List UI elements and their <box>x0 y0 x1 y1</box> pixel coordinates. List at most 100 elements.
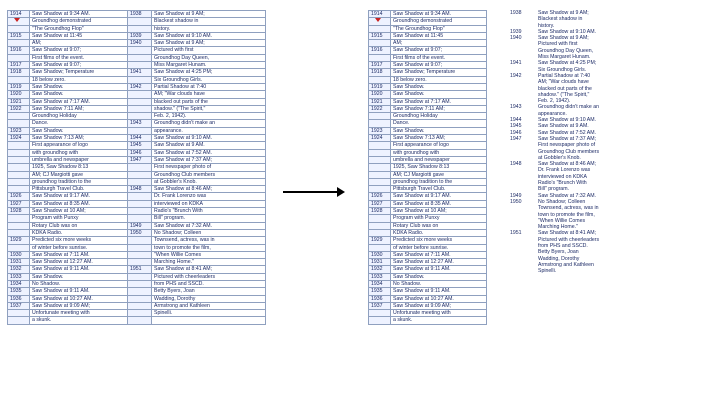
year-cell: 1917 <box>7 61 30 70</box>
table-row: 1925, Saw Shadow 8:13 First newspaper pho… <box>7 163 266 172</box>
year-cell: 1936 <box>7 294 30 303</box>
left-table-panel: 1914 Saw Shadow at 9:34 AM. 1938 Saw Shadow… <box>7 9 266 398</box>
year-cell: 1927 <box>7 199 30 209</box>
event-cell: Saw Shadow at 7:11 AM. <box>29 250 128 260</box>
table-row: 1915 Saw Shadow at 11:45 1939 Saw Shadow at… <box>7 31 266 41</box>
right-arrow-icon <box>283 187 345 197</box>
event-cell: KDKA Radio. <box>29 228 128 238</box>
event-cell: Feb. 2, 1942). <box>151 112 266 121</box>
year-cell: 1933 <box>368 272 391 282</box>
table-row: 1929 Predicted six more weeks <box>368 236 487 245</box>
table-row: a skunk. <box>7 316 266 325</box>
year-cell: 1947 <box>127 155 152 165</box>
event-cell: Saw Shadow at 8:35 AM. <box>390 199 487 209</box>
year-cell: 1916 <box>368 46 391 55</box>
table-row: 1933 Saw Shadow. <box>368 272 487 282</box>
year-cell: 1924 <box>7 134 30 143</box>
year-cell: 1938 <box>127 9 152 19</box>
year-cell <box>368 163 391 172</box>
event-cell: Saw Shadow at 9:17 AM. <box>29 192 128 201</box>
event-cell: Saw Shadow; Temperature <box>390 68 487 77</box>
year-cell <box>7 24 30 33</box>
year-cell <box>127 97 152 106</box>
table-row: a skunk. <box>368 316 487 325</box>
year-cell <box>127 258 152 267</box>
event-text: Spinelli. <box>538 268 557 275</box>
event-cell: Saw Shadow. <box>390 82 487 92</box>
event-cell: Saw Shadow at 11:45 <box>29 31 128 41</box>
event-cell: KDKA Radio. <box>390 228 487 238</box>
year-cell: 1944 <box>127 134 152 143</box>
event-cell: Saw Shadow 7:11 AM; <box>390 104 487 114</box>
table-row: 1920 Saw Shadow. AM; "War clouds have <box>7 90 266 99</box>
year-cell: 1923 <box>7 126 30 136</box>
year-cell: 1926 <box>7 192 30 201</box>
table-row: 1935 Saw Shadow at 9:11 AM. Betty Byers, J… <box>7 287 266 296</box>
event-cell: Saw Shadow; Temperature <box>29 68 128 77</box>
event-cell: Program with Punxy <box>390 214 487 223</box>
table-row: 1918 Saw Shadow; Temperature <box>368 68 487 77</box>
event-cell: Saw Shadow. <box>390 90 487 99</box>
event-cell: AM; <box>390 39 487 48</box>
event-cell: Saw Shadow at 12:27 AM. <box>390 258 487 267</box>
year-cell: 1948 <box>127 185 152 194</box>
year-cell <box>127 272 152 282</box>
event-cell: a skunk. <box>29 316 128 325</box>
year-cell <box>127 301 152 311</box>
year-cell: 1919 <box>7 82 30 92</box>
year-cell <box>7 148 30 157</box>
year-cell <box>7 243 30 252</box>
year-cell <box>127 243 152 252</box>
year-cell: 1933 <box>7 272 30 282</box>
event-cell: "When Willie Comes <box>151 250 266 260</box>
table-row: 1926 Saw Shadow at 9:17 AM. Dr. Frank Lore… <box>7 192 266 201</box>
extracted-column-list: 1938 Saw Shadow at 9 AM; Blackest shadow i… <box>510 10 700 274</box>
event-cell: Saw Shadow at 9 AM. <box>151 141 266 150</box>
event-cell: No Shadow; Colleen <box>151 228 266 238</box>
table-row: Dance. 1943 Groundhog didn't make an <box>7 119 266 128</box>
event-cell: 18 below zero. <box>29 75 128 84</box>
table-row: 1922 Saw Shadow 7:11 AM; <box>368 104 487 114</box>
year-cell: 1923 <box>368 126 391 136</box>
event-cell: umbrella and newspaper <box>390 155 487 165</box>
event-cell: Pictured with cheerleaders <box>151 272 266 282</box>
table-row: 1934 No Shadow. from PHS and SSCD. <box>7 279 266 289</box>
year-cell: 1935 <box>368 287 391 296</box>
year-cell: 1931 <box>7 258 30 267</box>
table-row: 1937 Saw Shadow at 9:09 AM; <box>368 301 487 311</box>
year-cell <box>368 141 391 150</box>
year-cell: 1939 <box>127 31 152 41</box>
year-cell: 1943 <box>127 119 152 128</box>
table-row: 1918 Saw Shadow; Temperature 1941 Saw Shado… <box>7 68 266 77</box>
event-cell: Groundhog demonstrated <box>29 17 128 26</box>
table-row: "The Groundhog Flop" history. <box>7 24 266 33</box>
event-cell: Saw Shadow at 7:17 AM. <box>390 97 487 106</box>
event-cell: appearance. <box>151 126 266 136</box>
year-cell <box>127 192 152 201</box>
event-cell: Wadding, Dorothy <box>151 294 266 303</box>
year-cell <box>7 309 30 318</box>
year-cell: 1951 <box>127 265 152 274</box>
year-cell: 1930 <box>7 250 30 260</box>
table-row: 1914 Saw Shadow at 9:34 AM. 1938 Saw Shadow… <box>7 9 266 19</box>
event-cell: Saw Shadow at 9:07; <box>390 46 487 55</box>
year-cell <box>368 228 391 238</box>
table-row: 1927 Saw Shadow at 8:35 AM. interviewed on… <box>7 199 266 209</box>
event-cell: Unfortunate meeting with <box>29 309 128 318</box>
left-table: 1914 Saw Shadow at 9:34 AM. 1938 Saw Shadow… <box>7 9 266 325</box>
event-cell: Partial Shadow at 7:40 <box>151 82 266 92</box>
table-row: Rotary Club was on <box>368 221 487 230</box>
year-cell <box>127 294 152 303</box>
year-cell: 1934 <box>368 279 391 289</box>
year-cell <box>7 155 30 165</box>
year-cell <box>368 221 391 230</box>
table-row: AM; CJ Margiotti gave Groundhog Club memb… <box>7 170 266 179</box>
year-cell: 1922 <box>368 104 391 114</box>
event-cell: Pittsburgh Travel Club. <box>29 185 128 194</box>
event-cell: Predicted six more weeks <box>29 236 128 245</box>
year-cell <box>127 287 152 296</box>
table-row: 1924 Saw Shadow 7:13 AM; 1944 Saw Shadow at… <box>7 134 266 143</box>
table-row: 1914 Saw Shadow at 9:34 AM. <box>368 9 487 19</box>
table-row: 1933 Saw Shadow. Pictured with cheerleader… <box>7 272 266 282</box>
event-cell: Saw Shadow at 9:10 AM. <box>151 134 266 143</box>
